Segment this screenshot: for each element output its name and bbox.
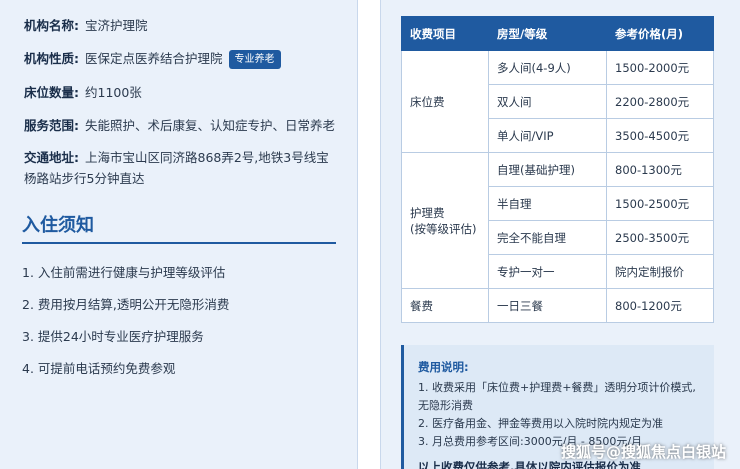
table-row: 餐费 一日三餐 800-1200元 (401, 288, 714, 323)
header-price: 参考价格(月) (606, 16, 714, 51)
header-fee-item: 收费项目 (401, 16, 489, 51)
group-care-line2: (按等级评估) (410, 221, 477, 236)
price-cell: 1500-2500元 (606, 186, 714, 221)
price-cell: 800-1200元 (606, 288, 714, 323)
price-cell: 800-1300元 (606, 152, 714, 187)
room-cell: 多人间(4-9人) (488, 50, 607, 85)
header-room-type: 房型/等级 (488, 16, 607, 51)
admission-item: 1. 入住前需进行健康与护理等级评估 (22, 265, 226, 280)
name-label: 机构名称: (24, 18, 79, 33)
info-traffic-row: 交通地址: 上海市宝山区同济路868弄2号,地铁3号线宝杨路站步行5分钟直达 (24, 147, 340, 189)
info-name-row: 机构名称: 宝济护理院 (24, 15, 340, 36)
group-bed: 床位费 (401, 50, 489, 153)
room-cell: 完全不能自理 (488, 220, 607, 255)
institution-info-panel: 机构名称: 宝济护理院 机构性质: 医保定点医养结合护理院 专业养老 床位数量: 约11… (0, 0, 358, 469)
nature-value: 医保定点医养结合护理院 (85, 51, 223, 66)
admission-title: 入住须知 (22, 215, 94, 236)
info-nature-row: 机构性质: 医保定点医养结合护理院 专业养老 (24, 48, 340, 69)
source-watermark: 搜狐号@搜狐焦点白银站 (560, 443, 726, 461)
room-cell: 一日三餐 (488, 288, 607, 323)
group-care-line1: 护理费 (410, 205, 445, 220)
admission-item: 2. 费用按月结算,透明公开无隐形消费 (22, 297, 230, 312)
fee-table: 收费项目 房型/等级 参考价格(月) 床位费 多人间(4-9人) 1500-20… (401, 16, 714, 323)
table-row: 床位费 多人间(4-9人) 1500-2000元 (401, 50, 714, 153)
price-cell: 2500-3500元 (606, 220, 714, 255)
table-header-row: 收费项目 房型/等级 参考价格(月) (401, 16, 714, 51)
price-cell: 院内定制报价 (606, 254, 714, 289)
group-care: 护理费 (按等级评估) (401, 152, 489, 289)
nature-badge: 专业养老 (228, 50, 281, 69)
notes-title: 费用说明: (418, 360, 469, 374)
notes-line: 无隐形消费 (418, 399, 473, 412)
beds-label: 床位数量: (24, 85, 79, 100)
room-cell: 半自理 (488, 186, 607, 221)
table-row: 护理费 (按等级评估) 自理(基础护理) 800-1300元 (401, 152, 714, 289)
notes-line: 1. 收费采用「床位费+护理费+餐费」透明分项计价模式, (418, 381, 696, 394)
group-meal: 餐费 (401, 288, 489, 323)
admission-item: 4. 可提前电话预约免费参观 (22, 361, 176, 376)
notes-line: 2. 医疗备用金、押金等费用以入院时院内规定为准 (418, 417, 663, 430)
section-divider (22, 242, 336, 244)
price-cell: 1500-2000元 (606, 50, 714, 85)
price-cell: 2200-2800元 (606, 84, 714, 119)
services-value: 失能照护、术后康复、认知症专护、日常养老 (85, 118, 336, 133)
room-cell: 双人间 (488, 84, 607, 119)
room-cell: 专护一对一 (488, 254, 607, 289)
admission-item: 3. 提供24小时专业医疗护理服务 (22, 329, 204, 344)
services-label: 服务范围: (24, 118, 79, 133)
room-cell: 自理(基础护理) (488, 152, 607, 187)
nature-label: 机构性质: (24, 51, 79, 66)
info-beds-row: 床位数量: 约1100张 (24, 82, 340, 103)
traffic-label: 交通地址: (24, 150, 79, 165)
beds-value: 约1100张 (85, 85, 142, 100)
price-cell: 3500-4500元 (606, 118, 714, 153)
info-services-row: 服务范围: 失能照护、术后康复、认知症专护、日常养老 (24, 115, 340, 136)
name-value: 宝济护理院 (85, 18, 148, 33)
room-cell: 单人间/VIP (488, 118, 607, 153)
